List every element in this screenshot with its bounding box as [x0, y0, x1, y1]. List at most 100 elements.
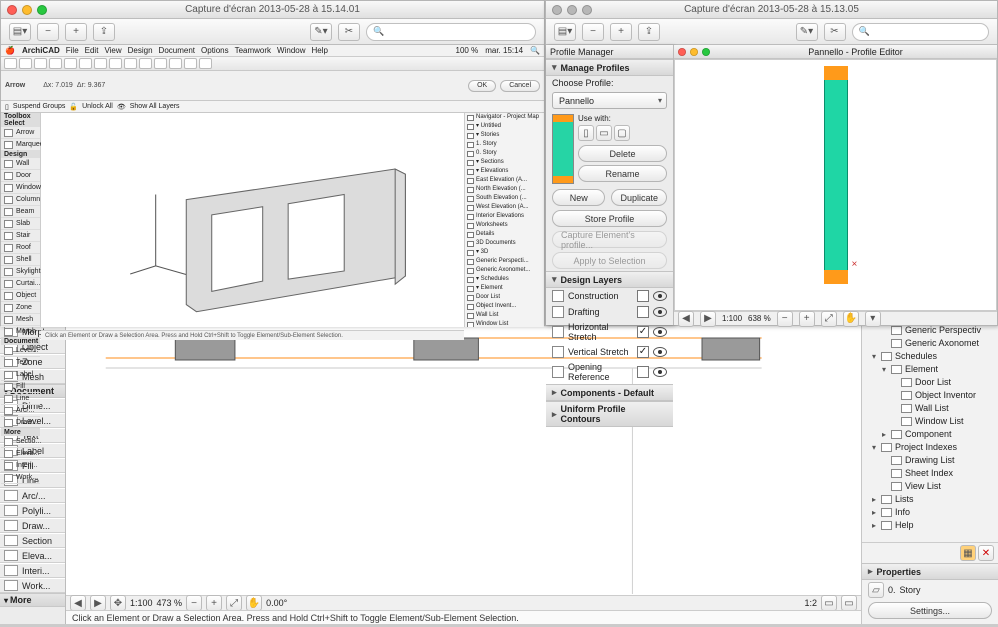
- markup-button[interactable]: ✎▾: [310, 23, 332, 41]
- zoom-in-button[interactable]: +: [65, 23, 87, 41]
- nav-item[interactable]: Door List: [862, 376, 998, 389]
- zoom-in-button[interactable]: +: [610, 23, 632, 41]
- tool-work[interactable]: Work...: [0, 578, 65, 593]
- use-wall-button[interactable]: ▯: [578, 125, 594, 141]
- zoom-in-button[interactable]: +: [206, 595, 222, 611]
- menu-document[interactable]: Document: [159, 46, 195, 55]
- tool-column[interactable]: Column: [1, 194, 40, 206]
- nav-item[interactable]: ▾ 3D: [465, 248, 544, 257]
- new-button[interactable]: New: [552, 189, 605, 206]
- zoom-out-button[interactable]: −: [582, 23, 604, 41]
- search-input[interactable]: [366, 23, 536, 41]
- tool-interi[interactable]: Interi...: [1, 460, 40, 472]
- eye-icon[interactable]: [653, 347, 667, 357]
- nav-item[interactable]: Generic Perspecti...: [465, 257, 544, 266]
- nav-item[interactable]: Window List: [465, 320, 544, 327]
- nav-item[interactable]: West Elevation (A...: [465, 203, 544, 212]
- nav-item[interactable]: Wall List: [862, 402, 998, 415]
- delete-button[interactable]: Delete: [578, 145, 667, 162]
- nav-item[interactable]: ▸Component: [862, 428, 998, 441]
- edit-button[interactable]: ✂: [824, 23, 846, 41]
- cancel-button[interactable]: Cancel: [500, 80, 540, 92]
- tool-mesh[interactable]: Mesh: [1, 314, 40, 326]
- design-layers-head[interactable]: Design Layers: [546, 271, 673, 288]
- stretch-check[interactable]: [637, 326, 649, 338]
- gallery-button[interactable]: ▤▾: [9, 23, 31, 41]
- unlock-all-label[interactable]: Unlock All: [82, 103, 113, 110]
- tool-wall[interactable]: Wall: [1, 158, 40, 170]
- tool-level[interactable]: Level...: [1, 345, 40, 357]
- nav-item[interactable]: Drawing List: [862, 454, 998, 467]
- nav-item[interactable]: ▸Lists: [862, 493, 998, 506]
- tool-section[interactable]: Section: [0, 533, 65, 548]
- nav-item[interactable]: View List: [862, 480, 998, 493]
- nav-item[interactable]: ▾ Stories: [465, 131, 544, 140]
- nav-item[interactable]: ▾ Sections: [465, 158, 544, 167]
- gallery-button[interactable]: ▤▾: [554, 23, 576, 41]
- window-titlebar[interactable]: Capture d'écran 2013-05-28 à 15.13.05: [546, 1, 997, 19]
- nav-item[interactable]: ▾Project Indexes: [862, 441, 998, 454]
- zoom-out-button[interactable]: −: [186, 595, 202, 611]
- nav-new-button[interactable]: ▦: [960, 545, 976, 561]
- eye-icon[interactable]: [653, 307, 667, 317]
- tool-object[interactable]: Object: [1, 290, 40, 302]
- nav-item[interactable]: ▾ Element: [465, 284, 544, 293]
- menu-edit[interactable]: Edit: [85, 46, 99, 55]
- nav-item[interactable]: ▾Schedules: [862, 350, 998, 363]
- nav-item[interactable]: ▸Help: [862, 519, 998, 532]
- stretch-check[interactable]: [637, 306, 649, 318]
- store-profile-button[interactable]: Store Profile: [552, 210, 667, 227]
- 3d-viewport[interactable]: Click an Element or Draw a Selection Are…: [41, 113, 464, 327]
- nav-item[interactable]: Generic Axonomet...: [465, 266, 544, 275]
- duplicate-button[interactable]: Duplicate: [611, 189, 667, 206]
- ratio-button-1[interactable]: ▭: [821, 595, 837, 611]
- tool-zone[interactable]: Zone: [1, 302, 40, 314]
- menu-file[interactable]: File: [66, 46, 79, 55]
- zoom-out-button[interactable]: −: [777, 311, 793, 327]
- use-column-button[interactable]: ▢: [614, 125, 630, 141]
- markup-button[interactable]: ✎▾: [796, 23, 818, 41]
- tool-stair[interactable]: Stair: [1, 230, 40, 242]
- ok-button[interactable]: OK: [468, 80, 496, 92]
- zoom-in-button[interactable]: +: [799, 311, 815, 327]
- nav-item[interactable]: North Elevation (...: [465, 185, 544, 194]
- tool-arc[interactable]: Arc/...: [1, 405, 40, 417]
- window-titlebar[interactable]: Capture d'écran 2013-05-28 à 15.14.01: [1, 1, 544, 19]
- profile-canvas[interactable]: ×: [674, 59, 997, 311]
- menu-options[interactable]: Options: [201, 46, 229, 55]
- orbit-button[interactable]: ✥: [110, 595, 126, 611]
- nav-item[interactable]: Door List: [465, 293, 544, 302]
- stretch-check[interactable]: [637, 290, 649, 302]
- nav-item[interactable]: Object Inventor: [862, 389, 998, 402]
- close-icon[interactable]: [678, 48, 686, 56]
- tool-window[interactable]: Window: [1, 182, 40, 194]
- suspend-groups-label[interactable]: Suspend Groups: [13, 103, 66, 110]
- eye-icon[interactable]: [653, 291, 667, 301]
- minimize-icon[interactable]: [22, 5, 32, 15]
- nav-item[interactable]: South Elevation (...: [465, 194, 544, 203]
- pan-button[interactable]: ✋: [246, 595, 262, 611]
- tool-line[interactable]: Line: [1, 393, 40, 405]
- fit-button[interactable]: ⤢: [821, 311, 837, 327]
- nav-item[interactable]: Generic Axonomet: [862, 337, 998, 350]
- nav-item[interactable]: ▸Info: [862, 506, 998, 519]
- tool-arc[interactable]: Arc/...: [0, 488, 65, 503]
- menu-help[interactable]: Help: [312, 46, 328, 55]
- tool-polyli[interactable]: Polyli...: [0, 503, 65, 518]
- tool-marquee[interactable]: Marquee: [1, 139, 40, 151]
- nav-item[interactable]: ▾ Elevations: [465, 167, 544, 176]
- zoom-icon[interactable]: [702, 48, 710, 56]
- ratio-button-2[interactable]: ▭: [841, 595, 857, 611]
- tool-curtai[interactable]: Curtai...: [1, 278, 40, 290]
- tool-skylight[interactable]: Skylight: [1, 266, 40, 278]
- tool-draw[interactable]: Draw...: [0, 518, 65, 533]
- nav-item[interactable]: ▾ Schedules: [465, 275, 544, 284]
- tool-interi[interactable]: Interi...: [0, 563, 65, 578]
- zoom-icon[interactable]: [37, 5, 47, 15]
- options-button[interactable]: ▾: [865, 311, 881, 327]
- manage-profiles-head[interactable]: Manage Profiles: [546, 59, 673, 76]
- nav-item[interactable]: Window List: [862, 415, 998, 428]
- close-icon[interactable]: [552, 5, 562, 15]
- layer-row-vertical-stretch[interactable]: Vertical Stretch: [546, 344, 673, 360]
- tool-door[interactable]: Door: [1, 170, 40, 182]
